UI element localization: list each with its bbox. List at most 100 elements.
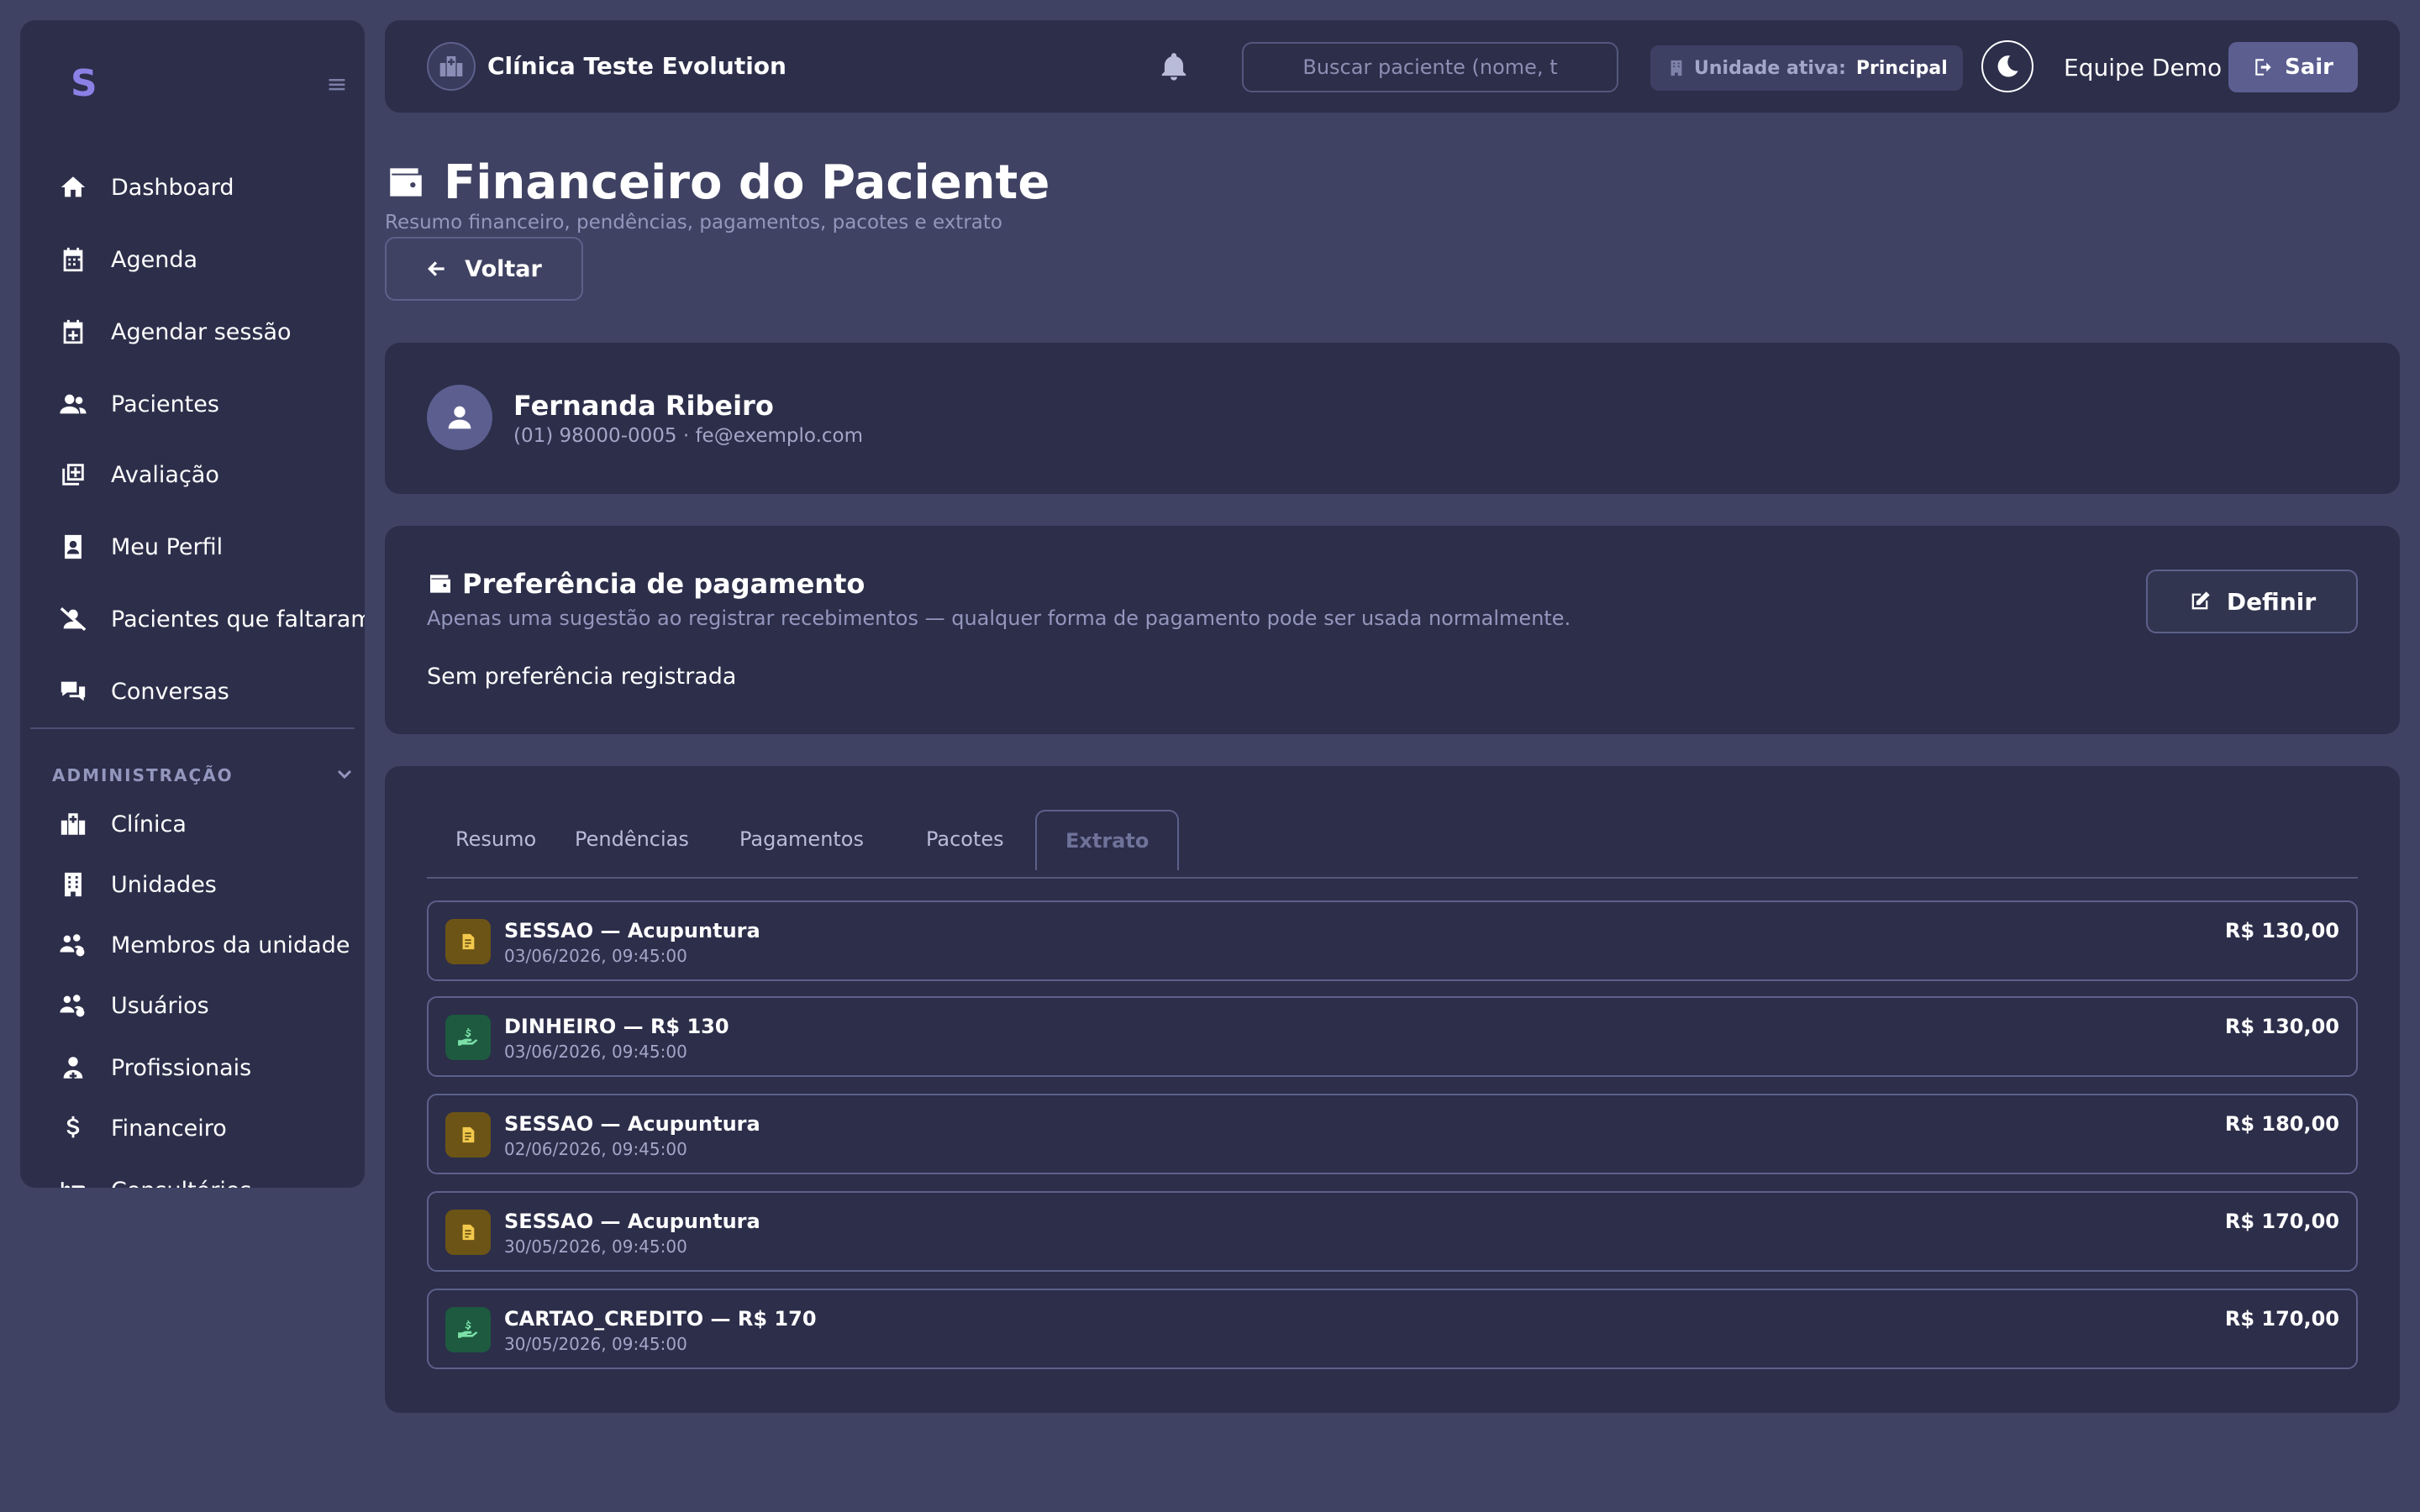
ledger-item[interactable]: SESSAO — Acupuntura 03/06/2026, 09:45:00… [427, 900, 2358, 981]
ledger-item[interactable]: DINHEIRO — R$ 130 03/06/2026, 09:45:00 R… [427, 996, 2358, 1077]
ledger-item-title: DINHEIRO — R$ 130 [504, 1015, 729, 1038]
tab-pacotes[interactable]: Pacotes [897, 810, 1033, 869]
ledger-item-amount: R$ 180,00 [2224, 1112, 2339, 1136]
sidebar-item-profissionais[interactable]: Profissionais [54, 1038, 365, 1097]
tab-pendencias[interactable]: Pendências [546, 810, 718, 869]
ledger-item-date: 03/06/2026, 09:45:00 [504, 946, 687, 966]
sidebar-item-meu-perfil[interactable]: Meu Perfil [54, 517, 365, 576]
ledger-item[interactable]: SESSAO — Acupuntura 30/05/2026, 09:45:00… [427, 1191, 2358, 1272]
clinic-icon [427, 42, 476, 91]
sidebar-item-avaliacao[interactable]: Avaliação [54, 445, 365, 504]
clinic-name: Clínica Teste Evolution [487, 52, 786, 80]
hospital-icon [54, 805, 92, 843]
sidebar-item-label: Financeiro [111, 1115, 227, 1142]
wallet-icon [390, 168, 422, 197]
ledger-item-title: SESSAO — Acupuntura [504, 1210, 760, 1233]
hand-holding-dollar-icon [445, 1307, 491, 1352]
top-header: Clínica Teste Evolution Unidade ativa: P… [385, 20, 2400, 113]
sidebar: S ≡ Dashboard Agenda Agendar sessão Paci… [20, 20, 365, 1188]
sidebar-item-label: Dashboard [111, 174, 234, 201]
sidebar-item-pacientes-que-faltaram[interactable]: Pacientes que faltaram [54, 590, 365, 648]
back-label: Voltar [465, 255, 542, 282]
sidebar-item-label: Pacientes [111, 391, 219, 417]
sidebar-item-label: Agendar sessão [111, 318, 292, 345]
sidebar-item-financeiro[interactable]: Financeiro [54, 1099, 365, 1158]
ledger-item-title: SESSAO — Acupuntura [504, 1112, 760, 1136]
sidebar-item-label: Consultórios [111, 1178, 251, 1189]
ledger-item[interactable]: SESSAO — Acupuntura 02/06/2026, 09:45:00… [427, 1094, 2358, 1174]
ledger-item-date: 30/05/2026, 09:45:00 [504, 1236, 687, 1257]
tab-resumo[interactable]: Resumo [427, 810, 565, 869]
file-invoice-icon [445, 1210, 491, 1255]
ledger-item-title: SESSAO — Acupuntura [504, 919, 760, 942]
ledger-item-amount: R$ 130,00 [2224, 919, 2339, 942]
payment-preference-heading: Preferência de pagamento [462, 568, 865, 600]
hand-holding-dollar-icon [445, 1015, 491, 1060]
page-title: Financeiro do Paciente [385, 151, 1050, 213]
payment-preference-description: Apenas uma sugestão ao registrar recebim… [427, 606, 1571, 630]
sidebar-item-agenda[interactable]: Agenda [54, 230, 365, 289]
logout-button[interactable]: Sair [2228, 42, 2358, 92]
sidebar-section-admin[interactable]: ADMINISTRAÇÃO [52, 754, 355, 796]
app-logo[interactable]: S [54, 45, 121, 121]
tab-extrato[interactable]: Extrato [1035, 810, 1180, 870]
logo-icon: S [71, 62, 97, 105]
calendar-plus-icon [54, 312, 92, 351]
patient-search-input[interactable] [1242, 42, 1618, 92]
home-icon [54, 168, 92, 207]
payment-preference-card: Preferência de pagamento Apenas uma suge… [385, 526, 2400, 734]
patient-name: Fernanda Ribeiro [513, 390, 774, 422]
sidebar-item-clinica[interactable]: Clínica [54, 795, 365, 853]
dollar-icon [54, 1109, 92, 1147]
user-doctor-icon [54, 1048, 92, 1087]
id-badge-icon [54, 528, 92, 566]
moon-icon [1997, 55, 2018, 77]
sidebar-item-label: Avaliação [111, 461, 219, 488]
ledger-item-amount: R$ 130,00 [2224, 1015, 2339, 1038]
define-preference-label: Definir [2226, 587, 2317, 616]
arrow-left-icon [428, 261, 445, 276]
ledger-item-date: 02/06/2026, 09:45:00 [504, 1139, 687, 1159]
sidebar-item-pacientes[interactable]: Pacientes [54, 375, 365, 433]
avatar [427, 385, 492, 450]
sidebar-item-label: Meu Perfil [111, 533, 224, 560]
sidebar-item-unidades[interactable]: Unidades [54, 855, 365, 914]
back-button[interactable]: Voltar [385, 237, 583, 301]
sidebar-toggle-icon[interactable]: ≡ [324, 72, 350, 97]
theme-toggle-button[interactable] [1981, 40, 2033, 92]
sidebar-section-label: ADMINISTRAÇÃO [52, 765, 234, 785]
page-title-text: Financeiro do Paciente [444, 155, 1050, 210]
sidebar-item-label: Membros da unidade [111, 932, 350, 958]
user-icon [448, 406, 471, 429]
sign-out-icon [2255, 59, 2271, 76]
building-icon [1670, 60, 1682, 76]
active-unit-label: Unidade ativa: [1694, 57, 1846, 79]
payment-preference-value: Sem preferência registrada [427, 664, 737, 690]
sidebar-item-dashboard[interactable]: Dashboard [54, 158, 365, 217]
patient-card: Fernanda Ribeiro (01) 98000-0005 · fe@ex… [385, 343, 2400, 494]
sidebar-item-consultorios[interactable]: Consultórios [54, 1161, 365, 1188]
tab-pagamentos[interactable]: Pagamentos [711, 810, 892, 869]
page-subtitle: Resumo financeiro, pendências, pagamento… [385, 212, 1002, 234]
user-name[interactable]: Equipe Demo [2064, 54, 2222, 81]
ledger-item-amount: R$ 170,00 [2224, 1210, 2339, 1233]
sidebar-item-conversas[interactable]: Conversas [54, 662, 365, 721]
patient-contact: (01) 98000-0005 · fe@exemplo.com [513, 425, 863, 447]
ledger-item-date: 30/05/2026, 09:45:00 [504, 1334, 687, 1354]
sidebar-item-membros-da-unidade[interactable]: Membros da unidade [54, 916, 365, 974]
sidebar-item-agendar-sessao[interactable]: Agendar sessão [54, 302, 365, 361]
comments-icon [54, 672, 92, 711]
file-invoice-icon [445, 919, 491, 964]
active-unit-badge[interactable]: Unidade ativa: Principal [1650, 45, 1963, 91]
user-slash-icon [54, 600, 92, 638]
ledger-item-date: 03/06/2026, 09:45:00 [504, 1042, 687, 1062]
ledger-item[interactable]: CARTAO_CREDITO — R$ 170 30/05/2026, 09:4… [427, 1289, 2358, 1369]
sidebar-item-label: Clínica [111, 811, 187, 837]
wallet-icon [430, 575, 450, 593]
calendar-icon [54, 240, 92, 279]
sidebar-item-label: Unidades [111, 871, 217, 898]
define-preference-button[interactable]: Definir [2146, 570, 2358, 633]
active-unit-value: Principal [1855, 57, 1948, 79]
sidebar-item-usuarios[interactable]: Usuários [54, 976, 365, 1035]
bell-icon[interactable] [1158, 50, 1192, 84]
